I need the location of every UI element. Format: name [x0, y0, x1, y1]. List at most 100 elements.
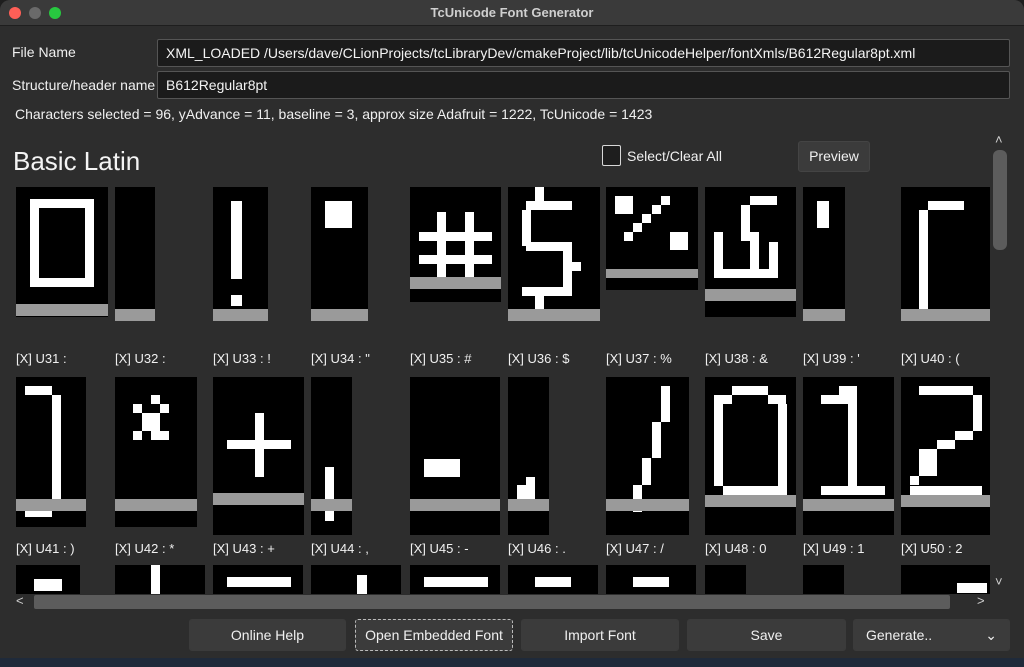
glyph-caption[interactable]: [X] U41 : ): [16, 541, 75, 556]
glyph-bitmap[interactable]: [606, 187, 698, 290]
select-all-checkbox[interactable]: [602, 145, 621, 166]
glyph-caption[interactable]: [X] U37 : %: [606, 351, 672, 366]
glyph-caption[interactable]: [X] U50 : 2: [901, 541, 962, 556]
structure-name-field[interactable]: B612Regular8pt: [157, 71, 1010, 99]
glyph-pixel: [714, 404, 723, 486]
glyph-pixel: [231, 201, 242, 279]
glyph-bitmap[interactable]: [508, 377, 549, 535]
glyph-bitmap[interactable]: [115, 377, 197, 527]
vertical-scroll-thumb[interactable]: [993, 150, 1007, 250]
glyph-pixel: [424, 577, 488, 587]
glyph-bitmap[interactable]: [901, 565, 990, 594]
glyph-bitmap[interactable]: [410, 377, 500, 535]
glyph-bitmap[interactable]: [606, 377, 689, 535]
file-name-label: File Name: [12, 44, 76, 60]
glyph-pixel: [419, 232, 492, 241]
glyph-baseline: [606, 269, 698, 278]
glyph-baseline: [803, 499, 894, 511]
vertical-scrollbar[interactable]: ˄ ˅: [990, 130, 1012, 592]
glyph-bitmap[interactable]: [803, 377, 894, 535]
glyph-pixel: [30, 199, 39, 287]
glyph-bitmap[interactable]: [508, 565, 598, 594]
glyph-pixel: [714, 232, 723, 278]
glyph-bitmap[interactable]: [705, 565, 746, 594]
glyph-caption[interactable]: [X] U48 : 0: [705, 541, 766, 556]
glyph-bitmap[interactable]: [213, 565, 303, 594]
glyph-bitmap[interactable]: [311, 565, 401, 594]
glyph-caption[interactable]: [X] U34 : ": [311, 351, 370, 366]
open-embedded-font-button[interactable]: Open Embedded Font: [355, 619, 513, 651]
glyph-bitmap[interactable]: [115, 187, 155, 321]
glyph-bitmap[interactable]: [410, 187, 501, 302]
glyph-pixel: [151, 431, 160, 440]
glyph-pixel: [535, 295, 544, 309]
scroll-left-icon[interactable]: ˂: [16, 593, 24, 608]
preview-button[interactable]: Preview: [798, 141, 870, 172]
glyph-pixel: [30, 278, 94, 287]
file-name-field[interactable]: XML_LOADED /Users/dave/CLionProjects/tcL…: [157, 39, 1010, 67]
glyph-caption[interactable]: [X] U42 : *: [115, 541, 174, 556]
glyph-bitmap[interactable]: [213, 187, 268, 321]
glyph-bitmap[interactable]: [606, 565, 696, 594]
glyph-pixel: [652, 422, 661, 458]
glyph-bitmap[interactable]: [901, 377, 990, 535]
select-all-label[interactable]: Select/Clear All: [627, 148, 722, 164]
glyph-pixel: [821, 395, 848, 404]
glyph-caption[interactable]: [X] U39 : ': [803, 351, 860, 366]
glyph-bitmap[interactable]: [508, 187, 600, 321]
glyph-pixel: [714, 395, 732, 404]
glyph-caption[interactable]: [X] U31 :: [16, 351, 67, 366]
background-window-strip: [0, 658, 1024, 667]
glyph-caption[interactable]: [X] U36 : $: [508, 351, 569, 366]
glyph-bitmap[interactable]: [705, 377, 796, 535]
glyph-baseline: [115, 309, 155, 321]
glyph-pixel: [25, 386, 52, 395]
glyph-pixel: [910, 476, 919, 485]
glyph-pixel: [928, 201, 964, 210]
horizontal-scroll-thumb[interactable]: [34, 595, 950, 609]
glyph-bitmap[interactable]: [115, 565, 205, 594]
import-font-button[interactable]: Import Font: [521, 619, 679, 651]
generate-dropdown[interactable]: Generate.. ⌄: [853, 619, 1010, 651]
online-help-button[interactable]: Online Help: [189, 619, 346, 651]
glyph-caption[interactable]: [X] U43 : +: [213, 541, 275, 556]
glyph-caption[interactable]: [X] U38 : &: [705, 351, 768, 366]
glyph-bitmap[interactable]: [803, 187, 845, 321]
glyph-caption[interactable]: [X] U44 : ,: [311, 541, 369, 556]
glyph-pixel: [919, 210, 928, 309]
glyph-pixel: [642, 214, 651, 223]
glyph-baseline: [213, 493, 304, 505]
horizontal-scrollbar[interactable]: ˂ ˃: [14, 592, 990, 614]
glyph-bitmap[interactable]: [16, 187, 108, 317]
glyph-bitmap[interactable]: [16, 377, 86, 527]
glyph-bitmap[interactable]: [16, 565, 80, 594]
glyph-caption[interactable]: [X] U47 : /: [606, 541, 664, 556]
scroll-right-icon[interactable]: ˃: [977, 593, 985, 608]
glyph-bitmap[interactable]: [410, 565, 500, 594]
glyph-caption[interactable]: [X] U35 : #: [410, 351, 471, 366]
glyph-bitmap[interactable]: [901, 187, 990, 321]
glyph-pixel: [160, 404, 169, 413]
glyph-bitmap[interactable]: [311, 377, 352, 535]
glyph-caption[interactable]: [X] U40 : (: [901, 351, 960, 366]
glyph-caption[interactable]: [X] U49 : 1: [803, 541, 864, 556]
scroll-down-icon[interactable]: ˅: [995, 574, 1003, 589]
save-button[interactable]: Save: [687, 619, 846, 651]
selection-info: Characters selected = 96, yAdvance = 11,…: [15, 106, 653, 122]
glyph-pixel: [955, 431, 973, 440]
glyph-bitmap[interactable]: [213, 377, 304, 535]
glyph-bitmap[interactable]: [705, 187, 796, 317]
glyph-caption[interactable]: [X] U45 : -: [410, 541, 469, 556]
glyph-pixel: [615, 196, 633, 214]
glyph-pixel: [821, 486, 885, 495]
scroll-up-icon[interactable]: ˄: [995, 132, 1003, 147]
glyph-bitmap[interactable]: [803, 565, 844, 594]
app-window: TcUnicode Font Generator File Name XML_L…: [0, 0, 1024, 660]
glyph-pixel: [526, 201, 572, 210]
glyph-caption[interactable]: [X] U46 : .: [508, 541, 566, 556]
section-title: Basic Latin: [13, 146, 141, 176]
glyph-bitmap[interactable]: [311, 187, 368, 321]
glyph-caption[interactable]: [X] U33 : !: [213, 351, 271, 366]
glyph-pixel: [732, 386, 768, 395]
glyph-caption[interactable]: [X] U32 :: [115, 351, 166, 366]
